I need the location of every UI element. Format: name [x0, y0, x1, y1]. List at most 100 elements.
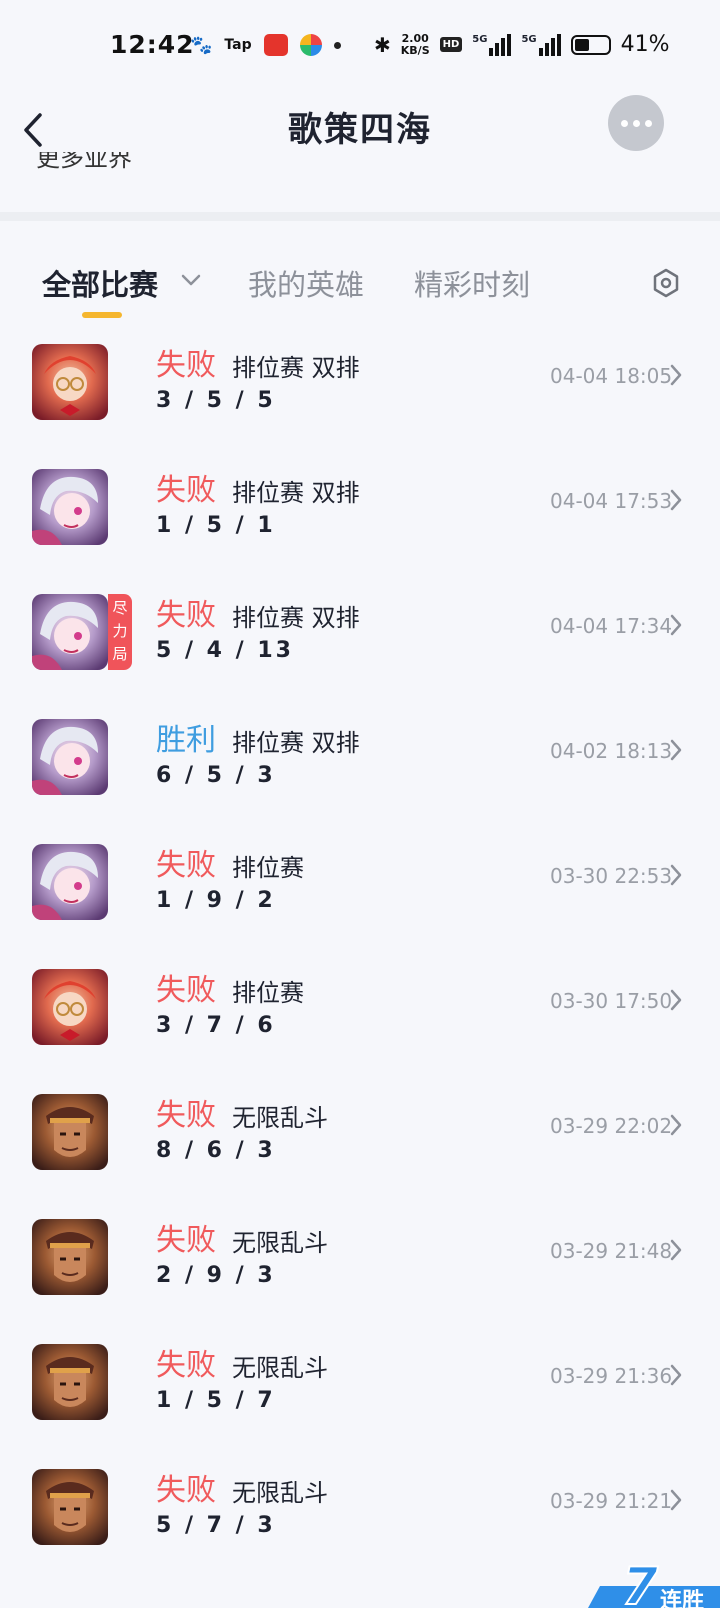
- match-row[interactable]: 失败 排位赛 3 / 7 / 6 03-30 17:50: [0, 947, 720, 1075]
- match-kda: 1 / 5 / 7: [156, 1388, 276, 1413]
- chevron-right-icon: [670, 1364, 682, 1386]
- match-mode: 排位赛 双排: [232, 479, 360, 507]
- battery-icon: [570, 34, 611, 55]
- app-notification-icon: [263, 34, 288, 56]
- match-kda: 2 / 9 / 3: [156, 1263, 276, 1288]
- chevron-right-icon: [670, 1489, 682, 1511]
- match-time: 03-30 17:50: [550, 989, 673, 1013]
- match-row[interactable]: 失败 无限乱斗 1 / 5 / 7 03-29 21:36: [0, 1322, 720, 1450]
- match-kda: 6 / 5 / 3: [156, 763, 276, 788]
- streak-badge: 7 连胜: [588, 1556, 720, 1608]
- match-mode: 排位赛 双排: [232, 354, 360, 382]
- match-kda: 5 / 7 / 3: [156, 1513, 276, 1538]
- match-mode: 排位赛 双排: [232, 604, 360, 632]
- hero-avatar: [32, 1219, 108, 1295]
- match-mode: 排位赛: [232, 979, 304, 1007]
- match-result: 失败: [156, 1348, 216, 1383]
- match-time: 03-29 21:36: [550, 1364, 673, 1388]
- match-row[interactable]: 失败 排位赛 1 / 9 / 2 03-30 22:53: [0, 822, 720, 950]
- streak-count: 7: [622, 1557, 659, 1608]
- signal-icon-2: 5G: [521, 33, 561, 56]
- match-kda: 1 / 5 / 1: [156, 513, 276, 538]
- match-mode: 无限乱斗: [232, 1479, 328, 1507]
- match-mode: 排位赛 双排: [232, 729, 360, 757]
- match-mode: 无限乱斗: [232, 1104, 328, 1132]
- more-notifications-dot: [333, 41, 341, 49]
- hd-voice-icon: HD: [439, 37, 463, 52]
- hero-avatar: [32, 1094, 108, 1170]
- cut-off-text-label: 更多业界: [36, 152, 132, 172]
- match-mode: 排位赛: [232, 854, 304, 882]
- chevron-right-icon: [670, 989, 682, 1011]
- match-time: 04-04 17:53: [550, 489, 673, 513]
- match-kda: 3 / 5 / 5: [156, 388, 276, 413]
- chevron-right-icon: [670, 739, 682, 761]
- network-type-2: 5G: [521, 33, 537, 45]
- chevron-right-icon: [670, 364, 682, 386]
- hero-avatar: [32, 1344, 108, 1420]
- chevron-right-icon: [670, 864, 682, 886]
- match-result: 失败: [156, 848, 216, 883]
- system-icons: ✱ 2.00 KB/S HD 5G 5G 41%: [374, 32, 670, 57]
- match-time: 03-29 22:02: [550, 1114, 673, 1138]
- match-time: 04-04 18:05: [550, 364, 673, 388]
- match-time: 03-30 22:53: [550, 864, 673, 888]
- match-result: 失败: [156, 348, 216, 383]
- match-result: 失败: [156, 973, 216, 1008]
- hero-avatar: [32, 719, 108, 795]
- tab-highlights[interactable]: 精彩时刻: [414, 262, 530, 304]
- baidu-icon: 🐾: [190, 34, 213, 56]
- chevron-right-icon: [670, 614, 682, 636]
- tab-all-matches[interactable]: 全部比赛: [42, 262, 158, 304]
- colorful-app-icon: [299, 34, 322, 56]
- match-kda: 3 / 7 / 6: [156, 1013, 276, 1038]
- network-speed-unit: KB/S: [400, 43, 430, 57]
- match-mode: 无限乱斗: [232, 1354, 328, 1382]
- match-result: 失败: [156, 1223, 216, 1258]
- match-time: 04-04 17:34: [550, 614, 673, 638]
- more-button[interactable]: [608, 95, 664, 151]
- bluetooth-icon: ✱: [374, 32, 391, 57]
- section-divider: [0, 212, 720, 221]
- match-time: 04-02 18:13: [550, 739, 673, 763]
- chevron-right-icon: [670, 1114, 682, 1136]
- chevron-right-icon: [670, 489, 682, 511]
- match-row[interactable]: 失败 无限乱斗 2 / 9 / 3 03-29 21:48: [0, 1197, 720, 1325]
- network-speed-value: 2.00: [401, 31, 429, 45]
- hexagon-settings-icon[interactable]: [652, 268, 680, 298]
- active-tab-indicator: [82, 312, 122, 318]
- hero-avatar: [32, 844, 108, 920]
- match-row[interactable]: 失败 无限乱斗 8 / 6 / 3 03-29 22:02: [0, 1072, 720, 1200]
- match-result: 失败: [156, 1473, 216, 1508]
- match-kda: 8 / 6 / 3: [156, 1138, 276, 1163]
- match-row[interactable]: 胜利 排位赛 双排 6 / 5 / 3 04-02 18:13: [0, 697, 720, 825]
- match-row[interactable]: 失败 排位赛 双排 3 / 5 / 5 04-04 18:05: [0, 322, 720, 450]
- signal-icon-1: 5G: [472, 33, 512, 56]
- tab-my-heroes[interactable]: 我的英雄: [248, 262, 364, 304]
- match-row[interactable]: 失败 排位赛 双排 1 / 5 / 1 04-04 17:53: [0, 447, 720, 575]
- network-speed: 2.00 KB/S: [400, 31, 430, 57]
- match-result: 胜利: [156, 723, 216, 758]
- match-kda: 5 / 4 / 13: [156, 638, 294, 663]
- status-time: 12:42: [110, 30, 195, 59]
- chevron-down-icon[interactable]: [180, 272, 202, 288]
- battery-percent: 41%: [620, 32, 670, 57]
- match-result: 失败: [156, 1098, 216, 1133]
- notification-icons: 🐾 Tap: [190, 34, 341, 56]
- taptap-icon: Tap: [224, 37, 252, 53]
- status-bar: 12:42 🐾 Tap ✱ 2.00 KB/S HD 5G 5G 41%: [0, 0, 720, 92]
- match-row[interactable]: 尽力局失败 排位赛 双排 5 / 4 / 13 04-04 17:34: [0, 572, 720, 700]
- match-time: 03-29 21:21: [550, 1489, 673, 1513]
- match-mode: 无限乱斗: [232, 1229, 328, 1257]
- hero-avatar: [32, 594, 108, 670]
- streak-label: 连胜: [660, 1588, 704, 1608]
- match-result: 失败: [156, 473, 216, 508]
- hero-avatar: [32, 469, 108, 545]
- hero-avatar: [32, 1469, 108, 1545]
- network-type-1: 5G: [472, 33, 488, 45]
- chevron-right-icon: [670, 1239, 682, 1261]
- cut-off-text: 更多业界: [36, 152, 156, 172]
- match-kda: 1 / 9 / 2: [156, 888, 276, 913]
- hero-avatar: [32, 969, 108, 1045]
- hero-avatar: [32, 344, 108, 420]
